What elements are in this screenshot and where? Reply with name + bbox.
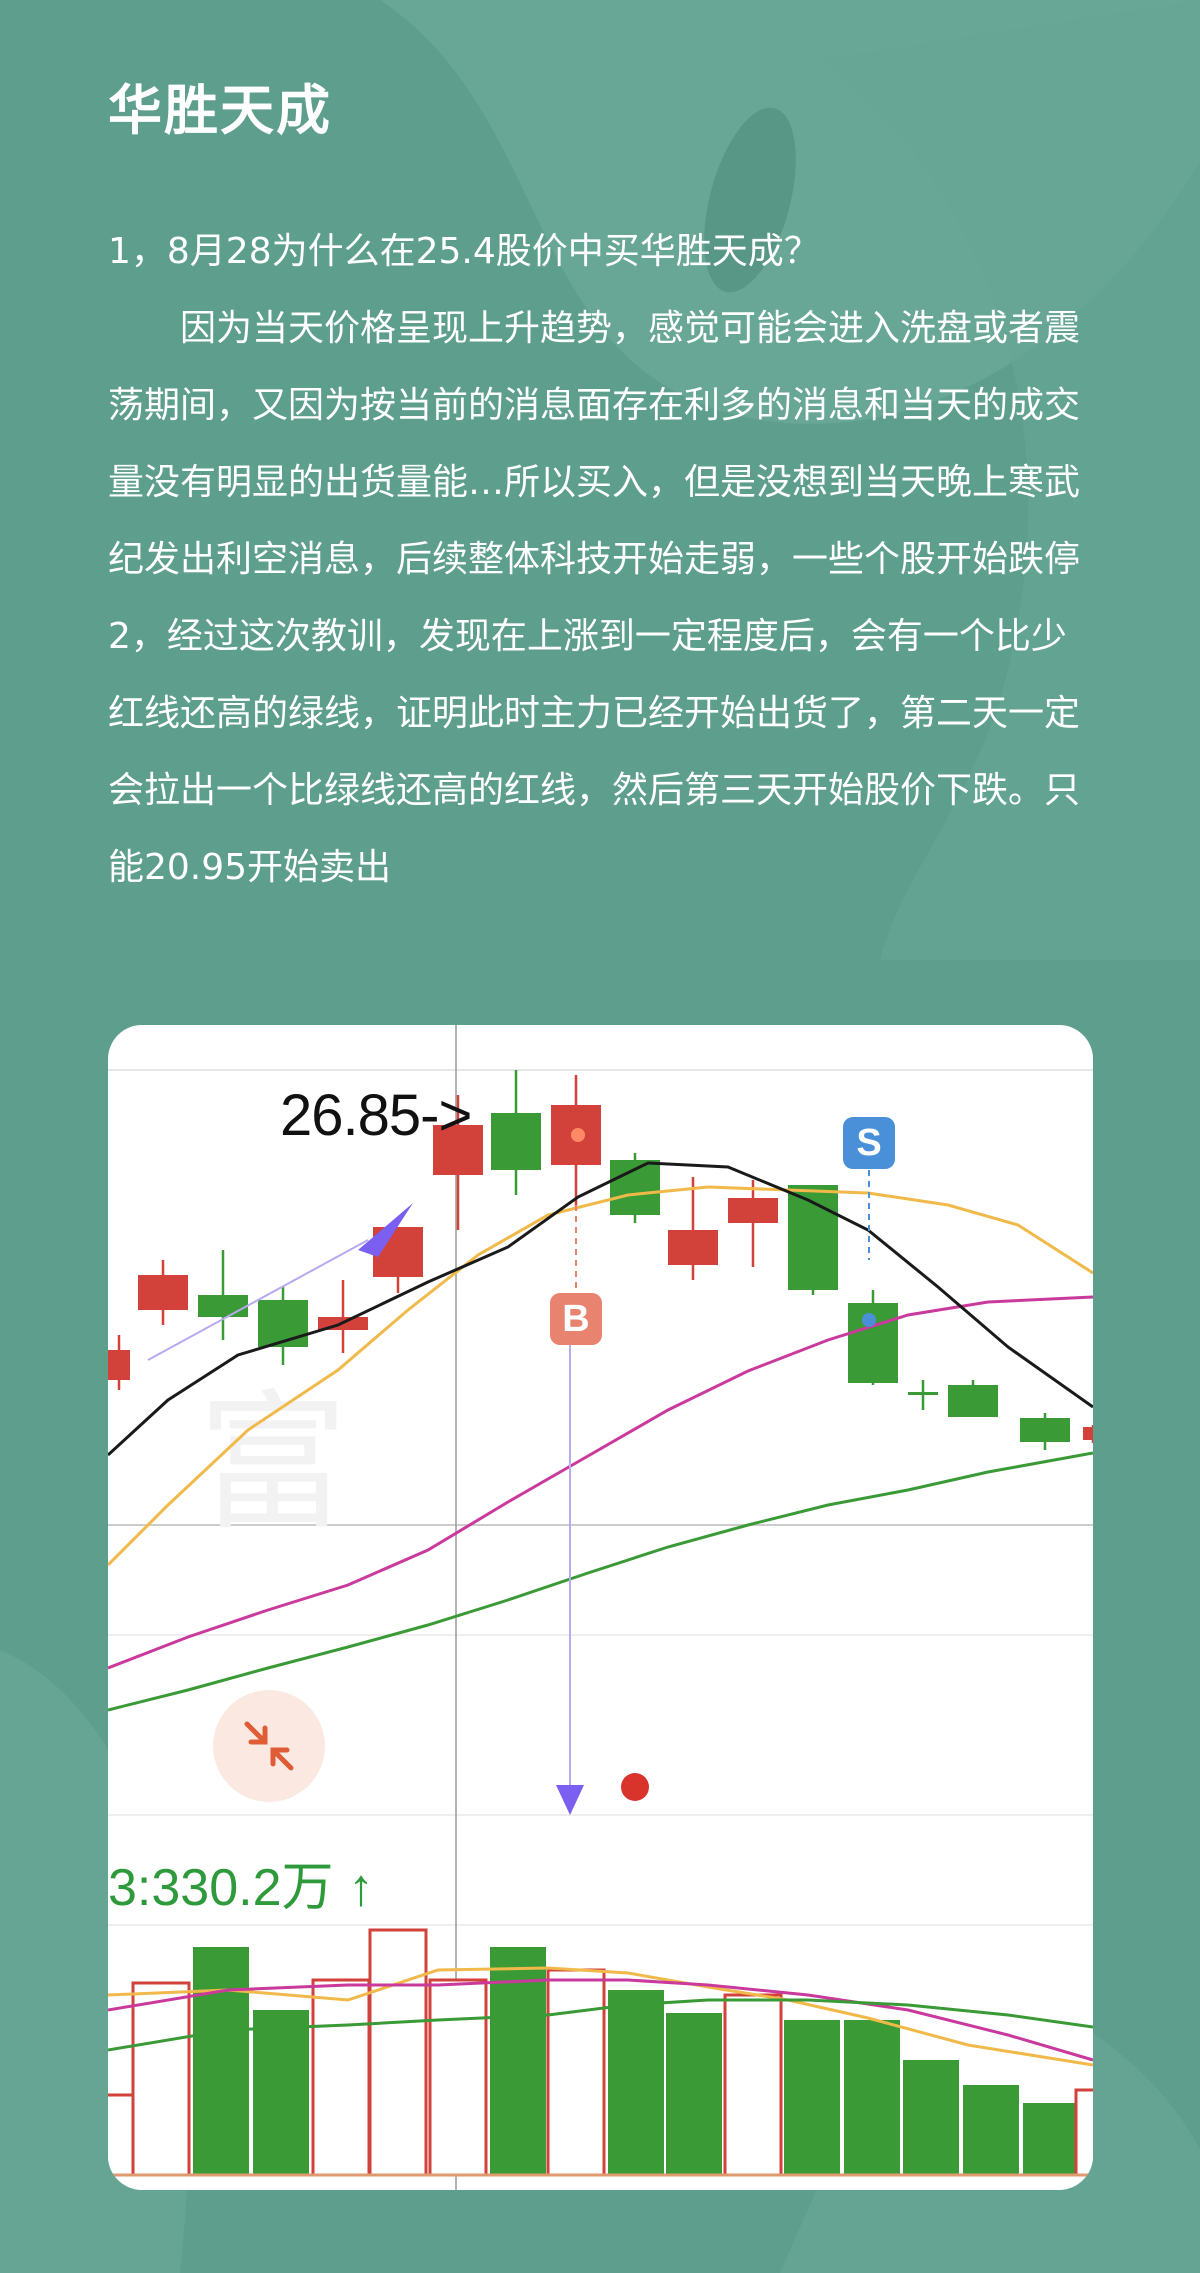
paragraph-question: 1，8月28为什么在25.4股价中买华胜天成？ [108,231,820,272]
down-arrow-head [556,1785,584,1815]
candle-down [491,1113,541,1170]
volume-bar-down [903,2060,959,2175]
volume-bar-up [311,1978,371,2177]
volume-bar-up [368,1928,428,2177]
paragraph-lesson: 2，经过这次教训，发现在上涨到一定程度后，会有一个比少红线还高的绿线，证明此时主… [108,616,1081,888]
volume-bar-down [666,2013,722,2175]
volume-bar-up [1074,2088,1093,2177]
red-dot-marker [621,1773,649,1801]
candle-up [1083,1427,1093,1440]
volume-bar-down [784,2020,840,2175]
paragraph-reason: 因为当天价格呈现上升趋势，感觉可能会进入洗盘或者震荡期间，又因为按当前的消息面存… [108,308,1081,580]
buy-price-dot [571,1128,585,1142]
candle-down [948,1385,998,1417]
candle-down [788,1185,838,1290]
candle-up [728,1198,778,1223]
shrink-arrows-icon [244,1721,294,1771]
candle-down [198,1295,248,1317]
collapse-button[interactable] [213,1690,325,1802]
article-body: 1，8月28为什么在25.4股价中买华胜天成？ 因为当天价格呈现上升趋势，感觉可… [108,213,1098,906]
high-price-label: 26.85-> [280,1083,472,1148]
sell-marker-dot [862,1313,876,1327]
volume-bar-down [963,2085,1019,2175]
sell-badge[interactable]: S [843,1117,895,1169]
watermark: 富 [198,1377,348,1551]
volume-bar-up [428,1978,488,2177]
volume-bar-down [253,2010,309,2175]
volume-bar-down [844,2020,900,2175]
candle-up [138,1275,188,1310]
buy-badge[interactable]: B [550,1293,602,1345]
candle-up [108,1350,130,1380]
stock-chart-card: 富 26.85-> S B 3:330.2万 ↑ [108,1025,1093,2190]
candle-up [668,1230,718,1265]
volume-bar-down [608,1990,664,2175]
candlestick-chart: 富 [108,1025,1093,2190]
volume-bar-down [1023,2103,1079,2175]
candle-down [908,1392,938,1395]
volume-bars [108,1928,1093,2177]
candle-down [1020,1418,1070,1442]
volume-bar-up [131,1981,191,2177]
volume-bar-up [723,1993,783,2177]
volume-bar-down [193,1947,249,2175]
volume-bar-up [108,2093,135,2177]
volume-label: 3:330.2万 ↑ [108,1859,374,1917]
page-title: 华胜天成 [108,79,332,142]
volume-bar-up [546,1968,606,2177]
